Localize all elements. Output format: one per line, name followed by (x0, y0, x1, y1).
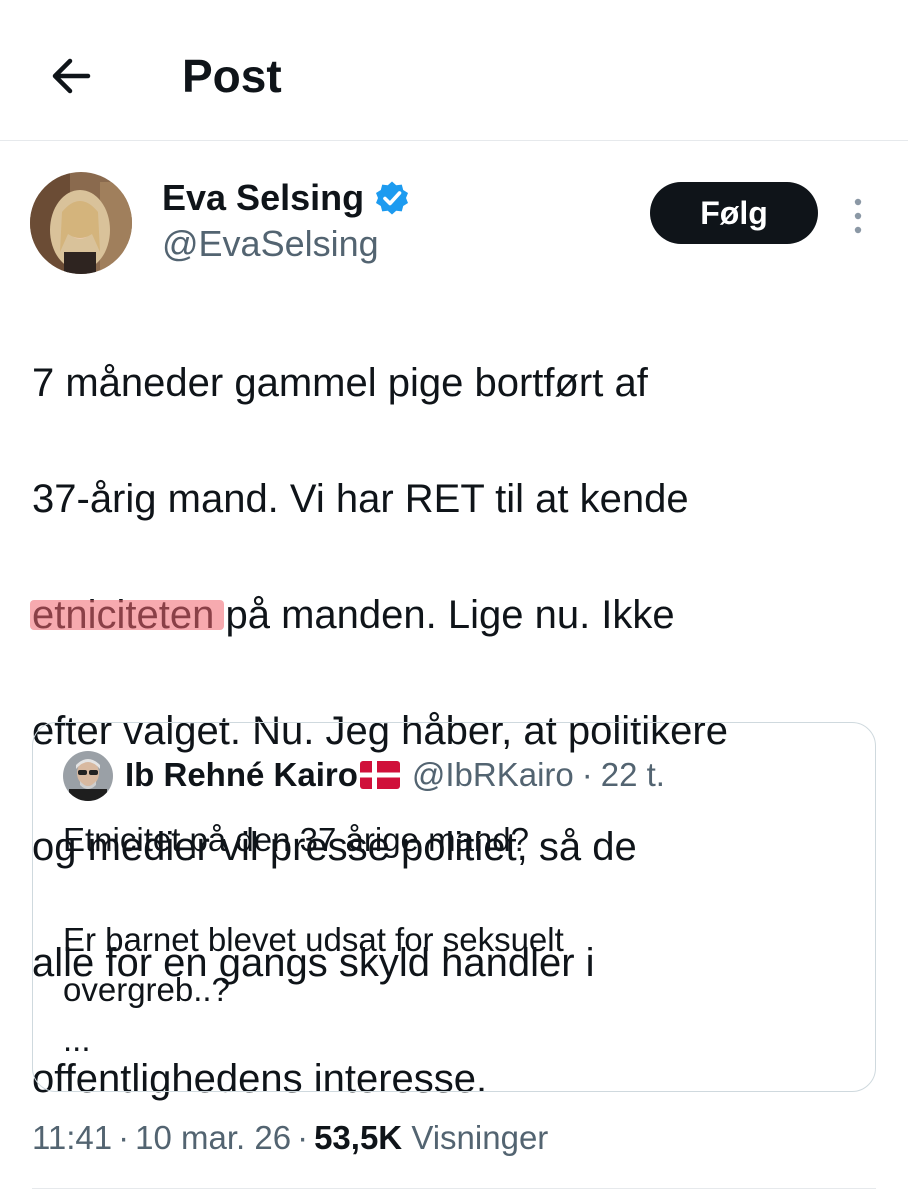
views-label[interactable]: Visninger (411, 1119, 548, 1156)
highlighted-word: etniciteten (29, 586, 225, 644)
more-vertical-icon (854, 198, 862, 234)
separator-dot: · (581, 756, 593, 793)
author-name-text: Eva Selsing (162, 177, 365, 218)
quote-line (63, 865, 853, 915)
quote-line: Etnicitet på den 37 årige mand? (63, 821, 529, 858)
avatar-image (63, 751, 113, 801)
quote-author-handle: @IbRKairo (411, 756, 574, 793)
denmark-flag-icon (359, 761, 400, 789)
author-handle[interactable]: @EvaSelsing (162, 222, 379, 266)
post-date[interactable]: 10 mar. 26 (135, 1119, 291, 1156)
quote-author-name: Ib Rehné Kairo (125, 756, 358, 793)
separator-dot: · (118, 1119, 130, 1156)
author-avatar[interactable] (30, 172, 132, 274)
tweet-line: 37-årig mand. Vi har RET til at kende (32, 477, 689, 521)
page-title: Post (182, 50, 282, 102)
separator-dot: · (297, 1119, 309, 1156)
tweet-line: 7 måneder gammel pige bortført af (32, 361, 648, 405)
quote-author-avatar (63, 751, 113, 801)
divider (32, 1188, 876, 1189)
post-meta: 11:41 · 10 mar. 26 · 53,5K Visninger (32, 1116, 548, 1160)
avatar-image (30, 172, 132, 274)
post-header: Post (0, 0, 908, 141)
more-options-button[interactable] (840, 196, 876, 236)
arrow-left-icon (52, 58, 91, 94)
verified-badge-icon (374, 180, 410, 216)
quote-header: Ib Rehné Kairo @IbRKairo · 22 t. (125, 753, 665, 797)
quote-line: ... (63, 1021, 91, 1058)
follow-button[interactable]: Følg (650, 182, 818, 244)
quote-text: Etnicitet på den 37 årige mand? Er barne… (63, 815, 853, 1065)
tweet-line-rest: på manden. Lige nu. Ikke (214, 593, 675, 637)
quote-timestamp: 22 t. (600, 756, 665, 793)
quoted-post[interactable]: Ib Rehné Kairo @IbRKairo · 22 t. Etnicit… (32, 722, 876, 1092)
post-time[interactable]: 11:41 (32, 1119, 112, 1156)
author-name[interactable]: Eva Selsing (162, 176, 410, 220)
back-button[interactable] (44, 48, 100, 104)
tweet-line: etniciteten på manden. Lige nu. Ikke (29, 586, 882, 644)
quote-line: overgreb..? (63, 971, 230, 1008)
quote-line: Er barnet blevet udsat for seksuelt (63, 921, 564, 958)
views-count[interactable]: 53,5K (314, 1119, 402, 1156)
